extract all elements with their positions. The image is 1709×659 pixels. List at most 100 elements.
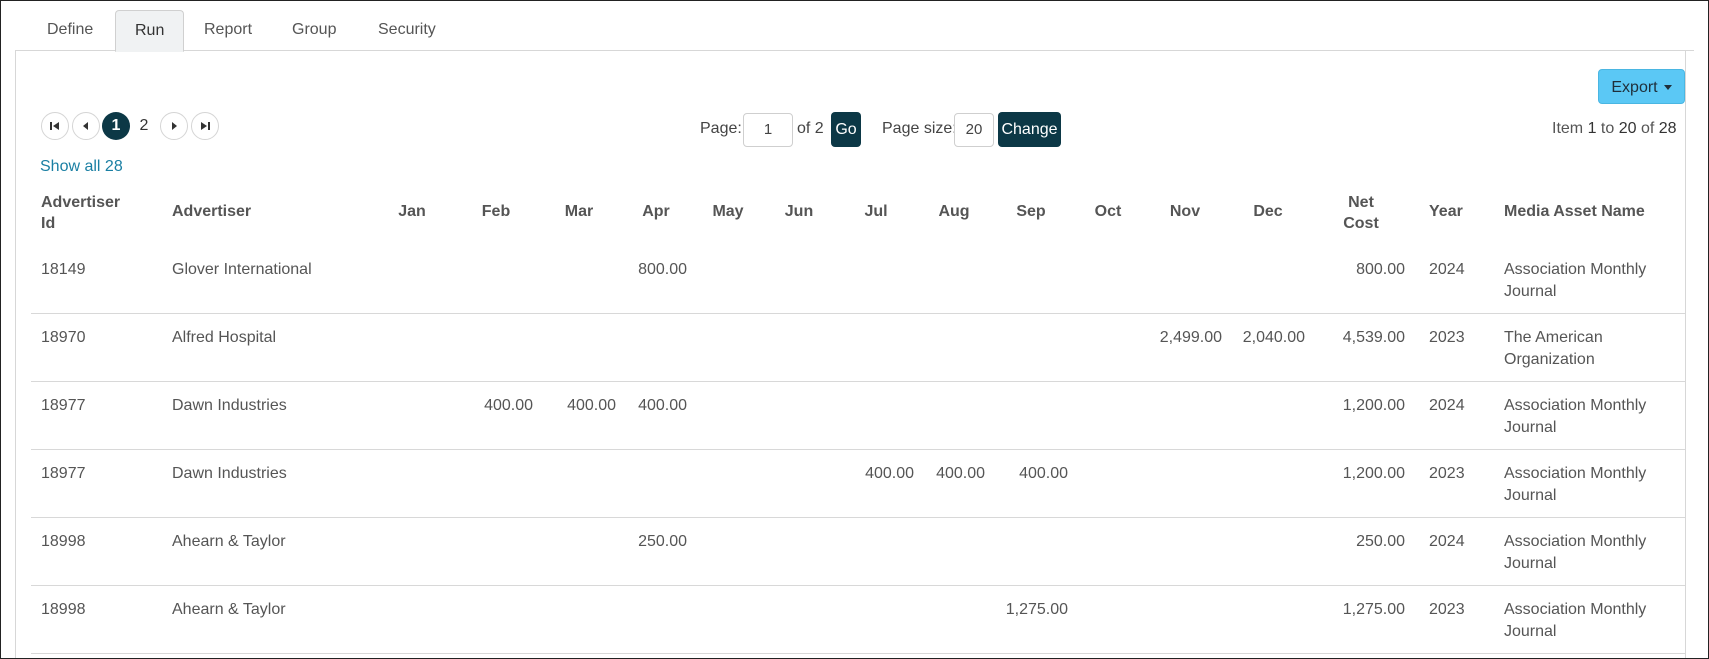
header-year[interactable]: Year [1429,201,1463,222]
header-month-jun[interactable]: Jun [774,201,824,222]
cell-month-feb: 400.00 [484,397,533,414]
cell-year: 2023 [1429,601,1465,618]
cell-advertiser-id: 18998 [41,533,86,550]
header-net-cost[interactable]: Net Cost [1336,192,1386,234]
page-link-1[interactable]: 1 [102,112,130,140]
header-media-asset-name[interactable]: Media Asset Name [1504,201,1645,222]
page-number-input[interactable]: 1 [743,113,793,147]
cell-net-cost: 4,539.00 [1342,329,1405,346]
tab-run[interactable]: Run [115,10,185,52]
page-size-label: Page size: [882,120,957,137]
caret-down-icon [1663,85,1672,91]
page-link-2[interactable]: 2 [130,112,158,140]
last-page-button[interactable] [191,112,219,140]
cell-year: 2024 [1429,533,1465,550]
row-divider [31,313,1685,314]
cell-media-asset-line-2: Journal [1504,623,1557,640]
tab-define[interactable]: Define [28,10,112,49]
cell-year: 2023 [1429,465,1465,482]
first-page-icon [50,122,59,130]
previous-page-icon [83,122,88,130]
export-label: Export [1611,79,1658,96]
cell-media-asset-line-2: Journal [1504,487,1557,504]
row-divider [31,449,1685,450]
cell-advertiser: Glover International [172,261,312,278]
cell-net-cost: 1,200.00 [1342,397,1405,414]
header-advertiser[interactable]: Advertiser [172,201,251,222]
header-month-mar[interactable]: Mar [554,201,604,222]
tab-group[interactable]: Group [273,10,355,49]
header-month-nov[interactable]: Nov [1160,201,1210,222]
page-of-text: of 2 [797,120,824,137]
header-month-jan[interactable]: Jan [387,201,437,222]
first-page-button[interactable] [41,112,69,140]
item-prefix: Item [1552,120,1588,137]
cell-advertiser: Ahearn & Taylor [172,533,286,550]
cell-net-cost: 250.00 [1356,533,1405,550]
cell-media-asset-line-1: Association Monthly [1504,533,1647,550]
header-net-cost-line-1: Net [1348,194,1374,211]
item-total: 28 [1658,120,1677,137]
header-month-jul[interactable]: Jul [851,201,901,222]
cell-month-nov: 2,499.00 [1159,329,1222,346]
row-divider [31,585,1685,586]
header-net-cost-line-2: Cost [1343,215,1379,232]
header-month-apr[interactable]: Apr [631,201,681,222]
change-button[interactable]: Change [998,112,1061,147]
cell-month-apr: 800.00 [638,261,687,278]
cell-media-asset-line-1: Association Monthly [1504,601,1647,618]
item-of-text: of [1636,120,1659,137]
cell-month-sep: 1,275.00 [1005,601,1068,618]
cell-net-cost: 1,200.00 [1342,465,1405,482]
last-page-icon [201,122,210,130]
export-button[interactable]: Export [1598,69,1685,104]
header-advertiser-id-line-2: Id [41,215,56,232]
cell-net-cost: 1,275.00 [1342,601,1405,618]
tab-security[interactable]: Security [359,10,455,49]
header-month-aug[interactable]: Aug [929,201,979,222]
report-frame: Define Run Report Group Security Export … [0,0,1709,659]
cell-advertiser: Ahearn & Taylor [172,601,286,618]
cell-month-jul: 400.00 [865,465,914,482]
tab-bar: Define Run Report Group Security [15,10,1694,52]
cell-media-asset-line-2: Journal [1504,283,1557,300]
cell-month-sep: 400.00 [1019,465,1068,482]
item-to: 20 [1618,120,1637,137]
header-advertiser-id[interactable]: Advertiser Id [41,192,120,234]
cell-media-asset-line-1: Association Monthly [1504,397,1647,414]
cell-month-apr: 400.00 [638,397,687,414]
header-month-sep[interactable]: Sep [1006,201,1056,222]
row-divider [31,381,1685,382]
header-month-feb[interactable]: Feb [471,201,521,222]
show-all-link[interactable]: Show all 28 [40,158,123,176]
cell-advertiser: Dawn Industries [172,465,287,482]
previous-page-button[interactable] [72,112,100,140]
item-range-text: Item 1 to 20 of 28 [1552,120,1677,138]
cell-media-asset-line-1: The American [1504,329,1603,346]
cell-media-asset-line-1: Association Monthly [1504,465,1647,482]
header-month-dec[interactable]: Dec [1243,201,1293,222]
row-divider [31,653,1685,654]
header-month-may[interactable]: May [703,201,753,222]
cell-media-asset-line-2: Organization [1504,351,1595,368]
tab-report[interactable]: Report [185,10,271,49]
cell-advertiser: Dawn Industries [172,397,287,414]
page-label: Page: [700,120,742,137]
cell-media-asset-line-2: Journal [1504,555,1557,572]
cell-advertiser-id: 18977 [41,465,86,482]
page-size-input[interactable]: 20 [954,113,994,147]
cell-advertiser-id: 18977 [41,397,86,414]
cell-year: 2023 [1429,329,1465,346]
header-month-oct[interactable]: Oct [1083,201,1133,222]
next-page-button[interactable] [160,112,188,140]
header-advertiser-id-line-1: Advertiser [41,194,121,211]
row-divider [31,517,1685,518]
go-button[interactable]: Go [831,112,861,147]
cell-month-apr: 250.00 [638,533,687,550]
cell-month-dec: 2,040.00 [1242,329,1305,346]
next-page-icon [172,122,177,130]
cell-advertiser-id: 18149 [41,261,86,278]
cell-advertiser-id: 18998 [41,601,86,618]
cell-advertiser-id: 18970 [41,329,86,346]
cell-net-cost: 800.00 [1356,261,1405,278]
